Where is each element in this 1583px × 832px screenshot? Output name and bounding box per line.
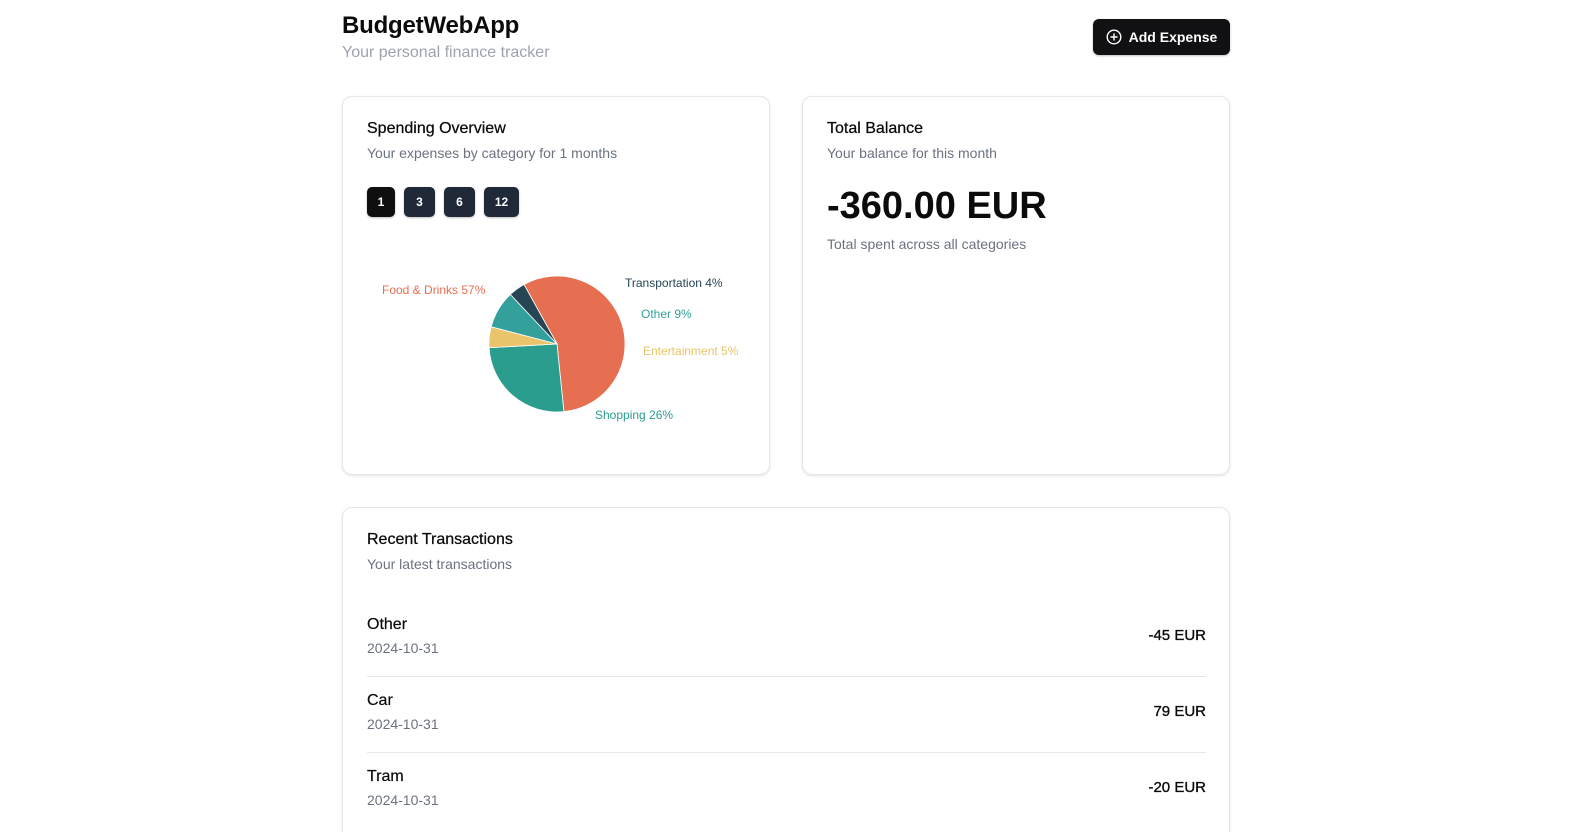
period-button-6[interactable]: 6 — [444, 187, 475, 217]
transaction-amount: -20 EUR — [1148, 779, 1206, 796]
recent-transactions-description: Your latest transactions — [367, 556, 513, 572]
app-title: BudgetWebApp — [342, 12, 520, 39]
period-selector: 1 3 6 12 — [367, 187, 519, 217]
period-button-1[interactable]: 1 — [367, 187, 395, 217]
page: BudgetWebApp Your personal finance track… — [0, 0, 1583, 832]
period-button-3[interactable]: 3 — [404, 187, 435, 217]
transaction-name: Car — [367, 692, 393, 709]
plus-circle-icon — [1106, 29, 1122, 45]
spending-overview-card: Spending Overview Your expenses by categ… — [342, 96, 770, 475]
pie-slice-shopping[interactable] — [488, 343, 565, 413]
spending-pie-chart: Food & Drinks 57% Shopping 26% Entertainme… — [382, 275, 739, 422]
balance-note: Total spent across all categories — [827, 236, 1027, 252]
spending-overview-description: Your expenses by category for 1 months — [367, 145, 618, 161]
transaction-list: Other 2024-10-31 -45 EUR Car 2024-10-31 … — [367, 601, 1206, 829]
transaction-amount: -45 EUR — [1148, 627, 1206, 644]
transaction-name: Tram — [367, 768, 404, 785]
transaction-date: 2024-10-31 — [367, 716, 439, 732]
recent-transactions-card: Recent Transactions Your latest transact… — [342, 507, 1230, 832]
total-balance-title: Total Balance — [827, 120, 924, 137]
balance-amount: -360.00 EUR — [827, 185, 1047, 227]
pie-label-other: Other 9% — [641, 307, 692, 321]
transaction-row[interactable]: Car 2024-10-31 79 EUR — [367, 677, 1206, 753]
total-balance-card: Total Balance Your balance for this mont… — [802, 96, 1230, 475]
spending-overview-title: Spending Overview — [367, 120, 506, 137]
recent-transactions-title: Recent Transactions — [367, 531, 513, 548]
transaction-row[interactable]: Tram 2024-10-31 -20 EUR — [367, 753, 1206, 829]
period-button-12[interactable]: 12 — [484, 187, 519, 217]
pie-label-entertainment: Entertainment 5% — [643, 344, 739, 358]
add-expense-label: Add Expense — [1128, 29, 1218, 45]
pie-label-food-drinks: Food & Drinks 57% — [382, 283, 486, 297]
pie-label-transportation: Transportation 4% — [625, 276, 723, 290]
transaction-amount: 79 EUR — [1153, 703, 1206, 720]
add-expense-button[interactable]: Add Expense — [1093, 19, 1230, 55]
app-subtitle: Your personal finance tracker — [342, 44, 550, 61]
total-balance-description: Your balance for this month — [827, 145, 997, 161]
transaction-date: 2024-10-31 — [367, 640, 439, 656]
pie-label-shopping: Shopping 26% — [595, 408, 673, 422]
app-header: BudgetWebApp Your personal finance track… — [342, 10, 1230, 70]
transaction-row[interactable]: Other 2024-10-31 -45 EUR — [367, 601, 1206, 677]
transaction-date: 2024-10-31 — [367, 792, 439, 808]
transaction-name: Other — [367, 616, 408, 633]
